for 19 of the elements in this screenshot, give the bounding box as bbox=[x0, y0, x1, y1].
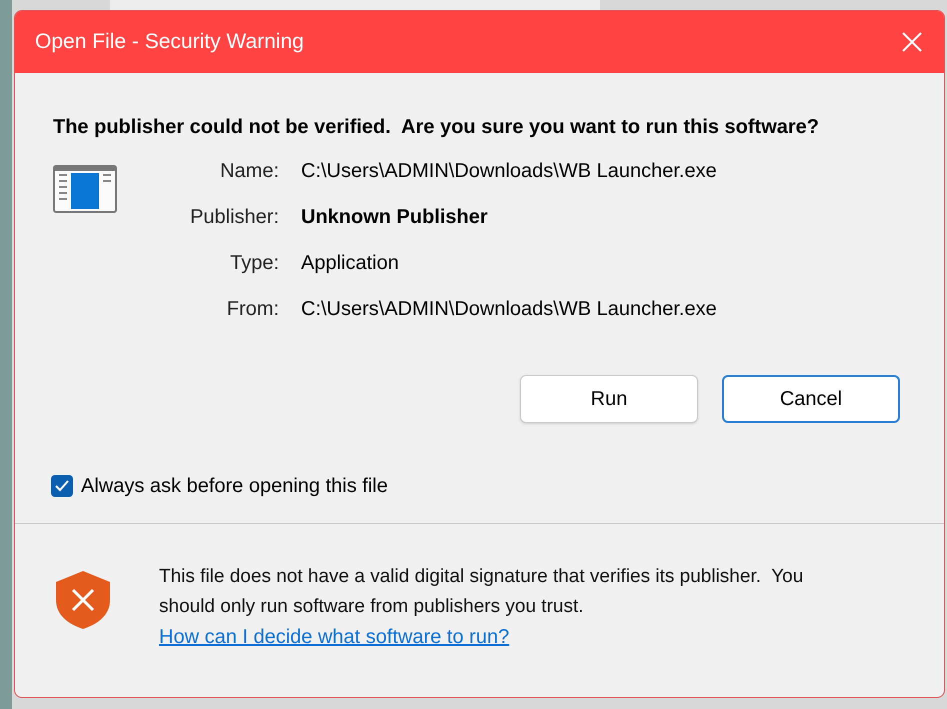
field-value: C:\Users\ADMIN\Downloads\WB Launcher.exe bbox=[301, 159, 717, 184]
field-label: Name: bbox=[219, 159, 279, 184]
checkmark-icon bbox=[55, 480, 69, 492]
help-link[interactable]: How can I decide what software to run? bbox=[159, 626, 510, 648]
shield-icon bbox=[55, 570, 111, 630]
field-label: Publisher: bbox=[189, 205, 279, 230]
field-label: From: bbox=[226, 297, 279, 322]
dialog-button[interactable]: Run bbox=[520, 375, 698, 423]
field-value: Unknown Publisher bbox=[301, 205, 489, 230]
always-ask-checkbox[interactable] bbox=[51, 475, 73, 497]
application-icon bbox=[53, 165, 117, 213]
warning-text: This file does not have a valid digital signature that verifies its publisher. You should only run software from publishers you trust. bbox=[159, 565, 804, 619]
dialog-button[interactable]: Cancel bbox=[722, 375, 900, 423]
field-label: Type: bbox=[229, 251, 279, 276]
warning-heading: The publisher could not be verified. Are you sure you want to run this software? bbox=[53, 115, 820, 140]
field-value: C:\Users\ADMIN\Downloads\WB Launcher.exe bbox=[301, 297, 717, 322]
field-value: Application bbox=[301, 251, 400, 276]
window-title: Open File - Security Warning bbox=[35, 29, 304, 56]
checkbox-label: Always ask before opening this file bbox=[81, 474, 388, 499]
